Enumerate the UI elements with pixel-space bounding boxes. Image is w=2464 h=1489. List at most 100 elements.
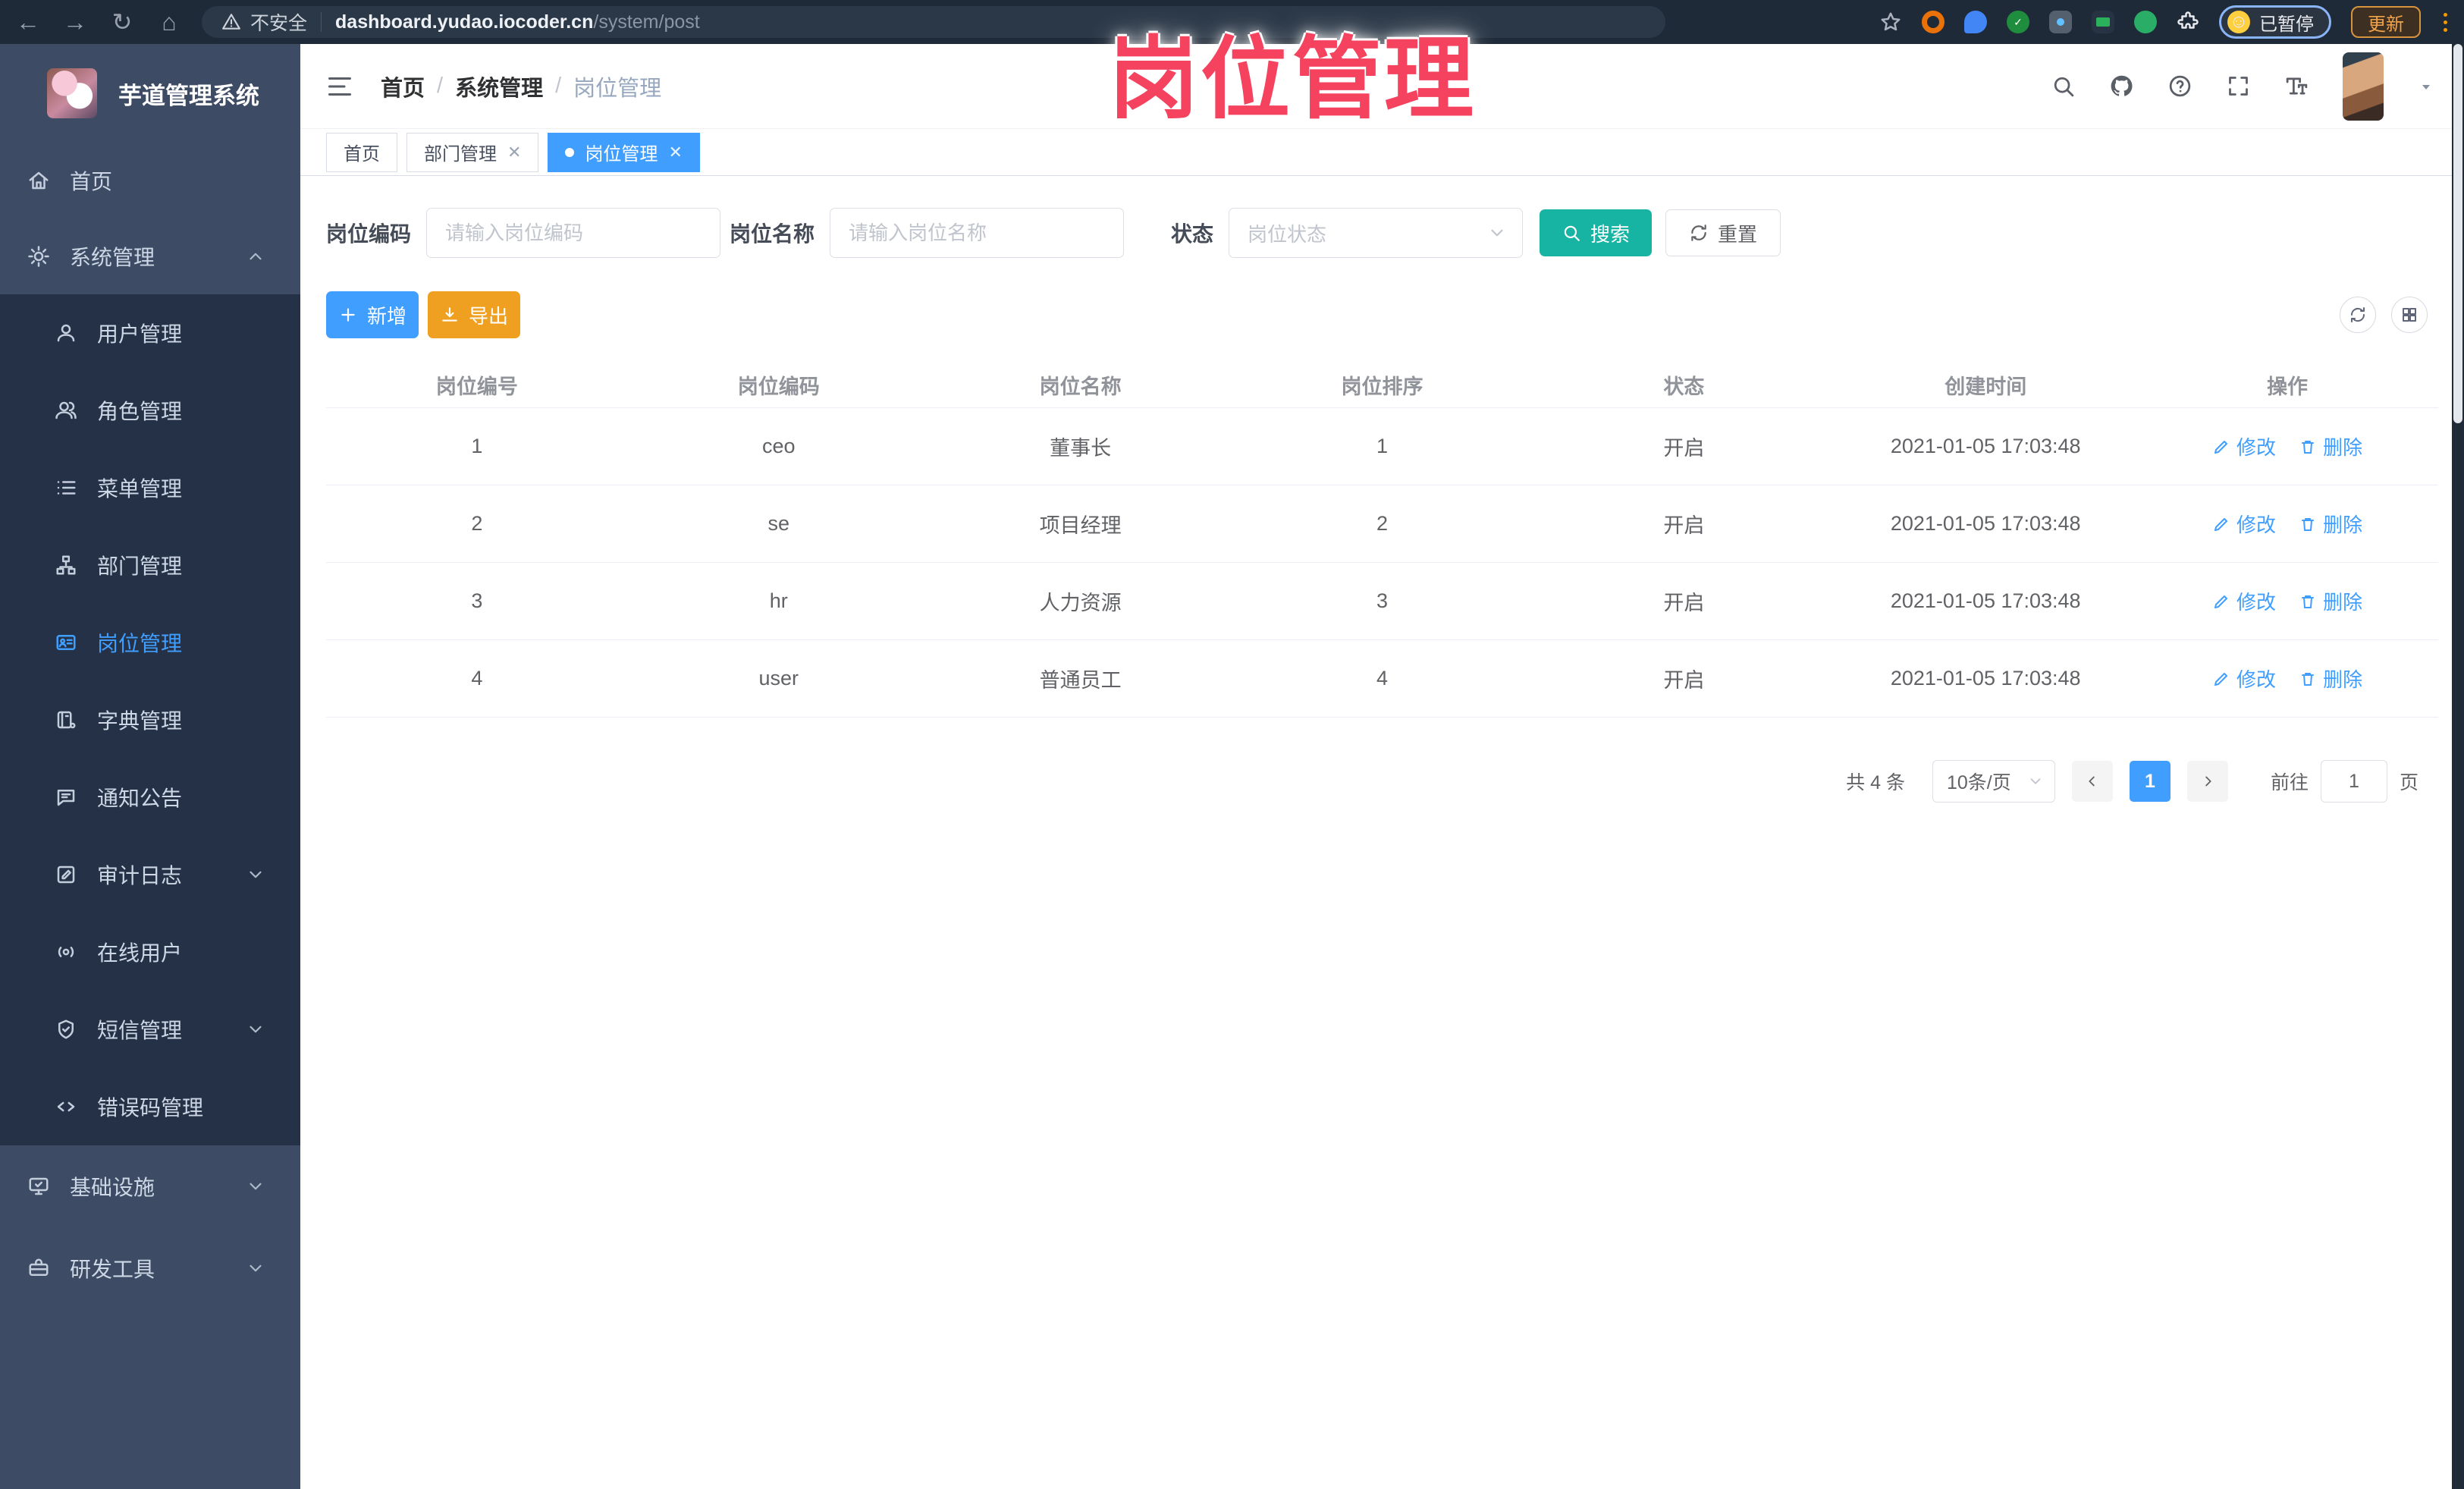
sidebar-item-system[interactable]: 系统管理	[0, 218, 300, 294]
window-scrollbar[interactable]	[2452, 44, 2464, 1489]
search-icon	[1562, 223, 1581, 243]
refresh-table-button[interactable]	[2340, 297, 2376, 333]
add-button[interactable]: 新增	[326, 291, 419, 338]
delete-link[interactable]: 删除	[2299, 510, 2362, 538]
column-header: 状态	[1663, 375, 1705, 398]
sidebar-item-departments[interactable]: 部门管理	[0, 526, 300, 604]
browser-menu-icon[interactable]	[2440, 12, 2450, 32]
sidebar-item-audit-log[interactable]: 审计日志	[0, 836, 300, 913]
search-button[interactable]: 搜索	[1540, 209, 1653, 256]
edit-link[interactable]: 修改	[2212, 510, 2276, 538]
cell-post-code: se	[767, 512, 790, 535]
cell-post-name: 人力资源	[1039, 592, 1122, 614]
sidebar-item-label: 审计日志	[97, 864, 183, 887]
sidebar-item-notice[interactable]: 通知公告	[0, 759, 300, 836]
column-header: 岗位排序	[1341, 375, 1423, 398]
goto-page-input[interactable]	[2320, 760, 2387, 803]
filter-form: 岗位编码 岗位名称 状态 岗位状态 搜索 重置	[326, 208, 2438, 258]
extension-icon[interactable]	[1922, 11, 1945, 33]
extension-icon[interactable]	[1964, 11, 1987, 33]
cell-post-name: 董事长	[1050, 437, 1112, 460]
extension-icon[interactable]	[2049, 11, 2072, 33]
page-number-button[interactable]: 1	[2129, 761, 2171, 802]
sidebar-item-posts[interactable]: 岗位管理	[0, 604, 300, 681]
font-size-icon[interactable]	[2284, 74, 2309, 99]
tab-home[interactable]: 首页	[326, 132, 397, 172]
delete-link[interactable]: 删除	[2299, 587, 2362, 615]
edit-link[interactable]: 修改	[2212, 664, 2276, 693]
table-row[interactable]: 3 hr 人力资源 3 开启 2021-01-05 17:03:48 修改 删除	[326, 563, 2438, 640]
sidebar-item-roles[interactable]: 角色管理	[0, 372, 300, 449]
prev-page-button[interactable]	[2071, 761, 2113, 802]
sidebar-item-dict[interactable]: 字典管理	[0, 681, 300, 759]
caret-down-icon[interactable]	[2417, 77, 2435, 96]
code-icon	[55, 1095, 77, 1118]
app-title: 芋道管理系统	[118, 82, 259, 109]
sidebar-item-online-users[interactable]: 在线用户	[0, 913, 300, 991]
sidebar-item-dev-tools[interactable]: 研发工具	[0, 1227, 300, 1309]
refresh-icon	[1689, 223, 1709, 243]
sidebar-item-label: 基础设施	[70, 1176, 155, 1199]
browser-back-button[interactable]: ←	[5, 8, 52, 36]
extension-icon[interactable]	[2134, 11, 2157, 33]
fullscreen-icon[interactable]	[2226, 74, 2251, 99]
cell-created-time: 2021-01-05 17:03:48	[1890, 435, 2081, 457]
browser-forward-button[interactable]: →	[52, 8, 99, 36]
delete-link[interactable]: 删除	[2299, 432, 2362, 460]
sidebar-item-infrastructure[interactable]: 基础设施	[0, 1145, 300, 1227]
tab-departments[interactable]: 部门管理 ✕	[406, 132, 539, 172]
page-size-value: 10条/页	[1946, 772, 2011, 793]
trash-icon	[2299, 438, 2317, 456]
tab-posts[interactable]: 岗位管理 ✕	[548, 132, 700, 172]
browser-profile-chip[interactable]: ☺ 已暂停	[2219, 5, 2331, 39]
breadcrumb-home[interactable]: 首页	[381, 71, 425, 102]
column-settings-button[interactable]	[2391, 297, 2428, 333]
chat-bubble-icon	[55, 786, 77, 809]
edit-link[interactable]: 修改	[2212, 432, 2276, 460]
sidebar-item-sms[interactable]: 短信管理	[0, 991, 300, 1068]
cell-post-name: 普通员工	[1039, 669, 1122, 692]
scrollbar-thumb[interactable]	[2453, 44, 2462, 423]
export-button[interactable]: 导出	[428, 291, 520, 338]
delete-link[interactable]: 删除	[2299, 664, 2362, 693]
browser-update-button[interactable]: 更新	[2351, 6, 2421, 38]
edit-link[interactable]: 修改	[2212, 587, 2276, 615]
browser-reload-button[interactable]: ↻	[99, 8, 146, 36]
app-logo[interactable]: 芋道管理系统	[0, 44, 300, 143]
next-page-button[interactable]	[2186, 761, 2228, 802]
table-row[interactable]: 4 user 普通员工 4 开启 2021-01-05 17:03:48 修改 …	[326, 640, 2438, 718]
post-name-input[interactable]	[830, 208, 1125, 258]
bookmark-star-icon[interactable]	[1879, 11, 1902, 33]
post-code-input[interactable]	[426, 208, 721, 258]
cell-created-time: 2021-01-05 17:03:48	[1890, 667, 2081, 690]
chevron-down-icon	[246, 1019, 265, 1039]
search-icon[interactable]	[2051, 74, 2076, 99]
table-row[interactable]: 1 ceo 董事长 1 开启 2021-01-05 17:03:48 修改 删除	[326, 408, 2438, 485]
tab-close-icon[interactable]: ✕	[507, 143, 521, 162]
signal-icon	[55, 941, 77, 963]
hamburger-menu-icon[interactable]	[326, 73, 353, 100]
sidebar-item-users[interactable]: 用户管理	[0, 294, 300, 372]
sidebar-item-home[interactable]: 首页	[0, 143, 300, 218]
cell-status: 开启	[1663, 669, 1705, 692]
table-row[interactable]: 2 se 项目经理 2 开启 2021-01-05 17:03:48 修改 删除	[326, 485, 2438, 563]
breadcrumb-system[interactable]: 系统管理	[455, 71, 543, 102]
reset-button[interactable]: 重置	[1665, 209, 1781, 256]
sidebar-item-label: 短信管理	[97, 1019, 183, 1042]
sidebar-item-error-codes[interactable]: 错误码管理	[0, 1068, 300, 1145]
id-badge-icon	[55, 631, 77, 654]
page-size-select[interactable]: 10条/页	[1932, 760, 2055, 803]
extension-icon[interactable]	[2092, 11, 2114, 33]
sidebar-item-menus[interactable]: 菜单管理	[0, 449, 300, 526]
github-icon[interactable]	[2109, 74, 2134, 99]
extensions-puzzle-icon[interactable]	[2177, 11, 2199, 33]
help-icon[interactable]	[2167, 74, 2192, 99]
status-select[interactable]: 岗位状态	[1229, 208, 1524, 258]
user-avatar[interactable]	[2343, 52, 2384, 121]
sidebar-item-label: 系统管理	[70, 246, 155, 269]
extension-check-icon[interactable]: ✓	[2007, 11, 2029, 33]
tab-close-icon[interactable]: ✕	[668, 143, 682, 162]
browser-home-button[interactable]: ⌂	[146, 8, 193, 36]
cell-post-name: 项目经理	[1039, 514, 1122, 537]
sidebar: 芋道管理系统 首页 系统管理 用户管理 角色管理 菜单管理 部门管理 岗位管理	[0, 44, 300, 1489]
